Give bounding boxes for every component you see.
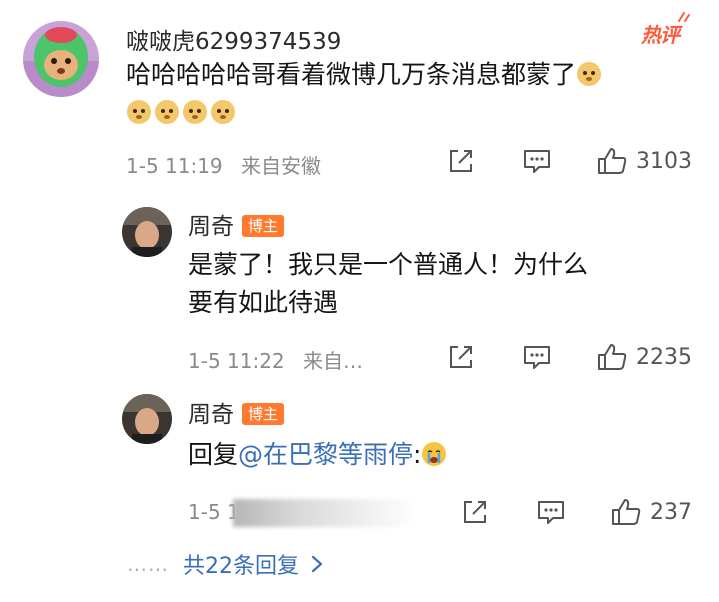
thumbs-up-icon (612, 499, 641, 525)
avatar[interactable] (122, 394, 172, 444)
comment-username[interactable]: 啵啵虎6299374539 (126, 22, 341, 56)
comment-meta: 1-5 11:19 来自安徽 (126, 150, 321, 179)
hot-comment-badge: 热评 (641, 12, 690, 48)
like-button[interactable]: 3103 (596, 146, 692, 176)
timestamp: 1-5 11:19 (126, 154, 223, 178)
like-button[interactable]: 2235 (596, 342, 692, 372)
reply-meta: 1-5 11:22 来自… (188, 345, 363, 374)
reply-text: 是蒙了！我只是一个普通人！为什么 要有如此待遇 (188, 250, 589, 317)
doge-emoji-icon (126, 98, 152, 124)
ellipsis-dots: …… (127, 552, 169, 576)
sparkle-icon (678, 12, 690, 22)
chevron-right-icon (311, 555, 323, 573)
thumbs-up-icon (598, 344, 627, 370)
blogger-badge: 博主 (242, 215, 285, 237)
like-count: 2235 (636, 344, 692, 370)
more-replies-link[interactable]: …… 共22条回复 (127, 548, 325, 580)
reply-meta: 1-5 1 (188, 500, 240, 524)
doge-emoji-icon (576, 60, 602, 86)
comment-text: 哈哈哈哈哈哥看着微博几万条消息都蒙了 (126, 56, 701, 132)
blurred-region (233, 499, 418, 527)
avatar[interactable] (122, 207, 172, 257)
crying-emoji-icon (421, 440, 447, 466)
share-icon[interactable] (446, 146, 476, 176)
blogger-badge: 博主 (242, 403, 285, 425)
reply-username[interactable]: 周奇 博主 (188, 207, 285, 241)
like-button[interactable]: 237 (610, 497, 692, 527)
comment-icon[interactable] (536, 497, 566, 527)
like-count: 237 (650, 499, 692, 525)
location: 来自… (303, 349, 364, 373)
like-count: 3103 (636, 148, 692, 174)
doge-emoji-icon (154, 98, 180, 124)
location: 来自安徽 (241, 154, 322, 178)
share-icon[interactable] (446, 342, 476, 372)
comment-icon[interactable] (522, 342, 552, 372)
timestamp: 1-5 11:22 (188, 349, 285, 373)
timestamp: 1-5 1 (188, 500, 240, 524)
user-mention-link[interactable]: @在巴黎等雨停 (238, 440, 413, 469)
doge-emoji-icon (210, 98, 236, 124)
more-replies-label[interactable]: 共22条回复 (183, 548, 299, 580)
share-icon[interactable] (460, 497, 490, 527)
comment-icon[interactable] (522, 146, 552, 176)
doge-emoji-icon (182, 98, 208, 124)
reply-text: 回复@在巴黎等雨停: (188, 436, 688, 474)
thumbs-up-icon (598, 148, 627, 174)
avatar[interactable] (23, 21, 99, 97)
reply-username[interactable]: 周奇 博主 (188, 395, 285, 429)
